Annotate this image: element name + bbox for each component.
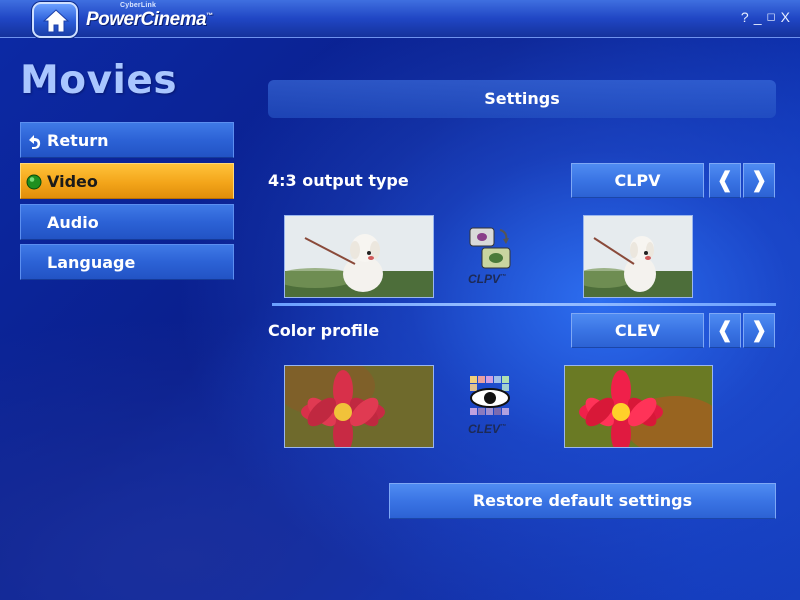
chevron-right-icon: ❱ [749,318,769,343]
dog-image [285,216,433,297]
clev-badge-text: CLEV™ [468,422,507,436]
clev-icon [470,376,510,415]
minimize-button[interactable]: _ [754,10,762,24]
home-button[interactable] [32,2,78,38]
green-dot-icon [26,174,42,190]
clev-badge: CLEV™ [466,374,516,440]
color-before-preview [284,365,434,448]
help-button[interactable]: ? [741,10,749,24]
output-before-preview [284,215,434,298]
output-type-next-button[interactable]: ❱ [743,163,775,198]
menu-item-audio[interactable]: Audio [20,204,234,240]
title-bar: CyberLink PowerCinema™ ? _ ◻ X [0,0,800,38]
return-arrow-icon [29,135,41,149]
menu-item-language[interactable]: Language [20,244,234,280]
dog-image [584,216,692,297]
color-profile-next-button[interactable]: ❱ [743,313,775,348]
brand-name: PowerCinema™ [86,9,213,30]
clpv-badge-text: CLPV™ [468,272,507,286]
menu-item-label: Return [47,130,109,150]
menu-item-label: Video [47,171,98,191]
color-profile-prev-button[interactable]: ❰ [709,313,741,348]
color-profile-label: Color profile [268,321,380,340]
menu-item-return[interactable]: Return [20,122,234,158]
color-after-preview [564,365,713,448]
color-profile-value[interactable]: CLEV [571,313,704,348]
restore-defaults-button[interactable]: Restore default settings [389,483,776,519]
flower-image [565,366,712,447]
menu-item-video[interactable]: Video [20,163,234,199]
menu-item-label: Language [47,252,136,272]
page-title: Movies [20,58,178,103]
clpv-badge: CLPV™ [466,224,516,290]
brand-maker: CyberLink [120,2,157,9]
section-divider [272,303,776,306]
chevron-right-icon: ❱ [749,168,769,193]
home-icon [42,9,70,33]
settings-header: Settings [268,80,776,118]
restore-window-button[interactable]: ◻ [767,10,776,24]
output-type-prev-button[interactable]: ❰ [709,163,741,198]
menu-item-label: Audio [47,212,99,232]
chevron-left-icon: ❰ [715,318,735,343]
output-type-label: 4:3 output type [268,171,409,190]
output-type-value[interactable]: CLPV [571,163,704,198]
clpv-icon [469,227,511,269]
output-after-preview [583,215,693,298]
flower-image [285,366,433,447]
window-controls: ? _ ◻ X [741,10,790,24]
chevron-left-icon: ❰ [715,168,735,193]
close-button[interactable]: X [781,10,790,24]
